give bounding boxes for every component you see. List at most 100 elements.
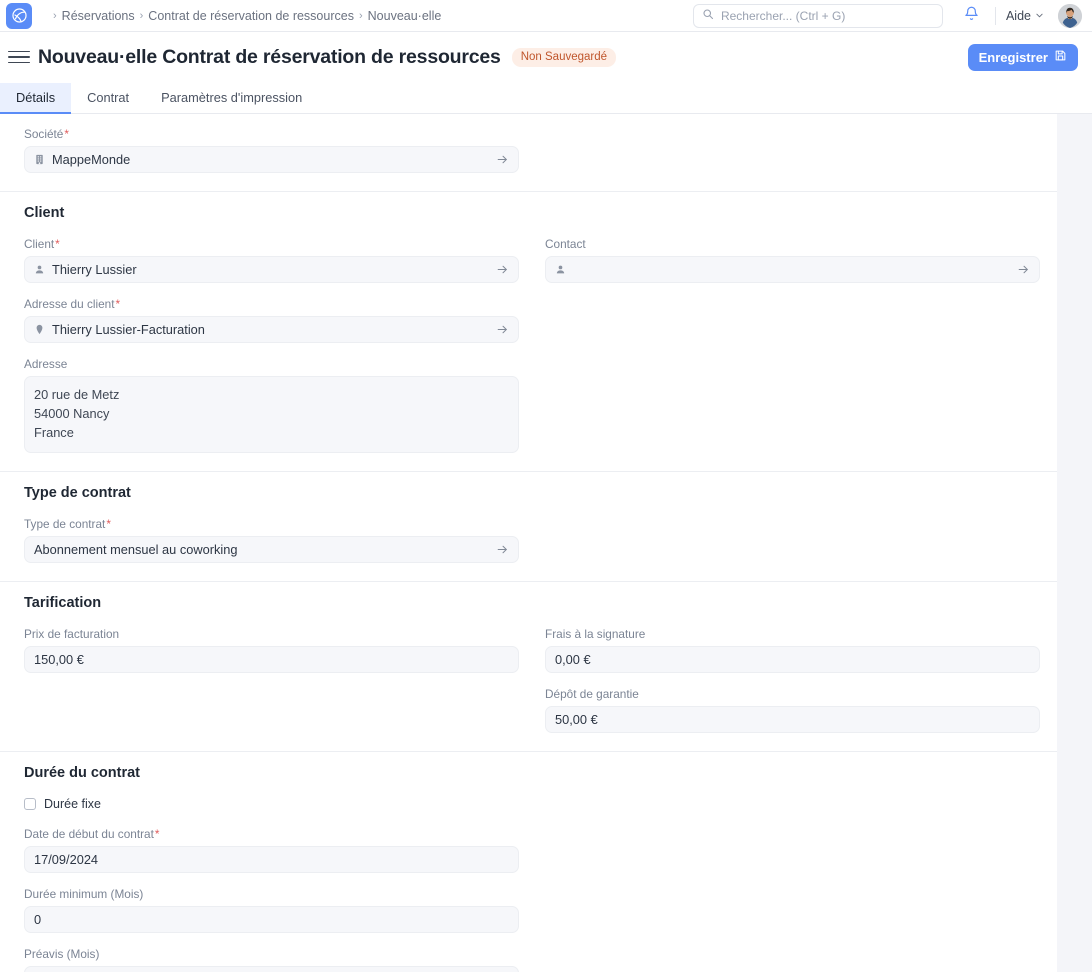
help-label: Aide (1006, 9, 1031, 23)
app-logo-icon[interactable] (6, 3, 32, 29)
arrow-right-icon[interactable] (496, 263, 509, 276)
avatar[interactable] (1058, 4, 1082, 28)
required-marker: * (116, 297, 121, 311)
security-deposit-value: 50,00 € (555, 712, 1030, 727)
field-client-label: Client* (24, 237, 519, 251)
field-signature-fee-label: Frais à la signature (545, 627, 1040, 641)
breadcrumb-separator: › (53, 10, 57, 22)
field-min-duration: Durée minimum (Mois) 0 (24, 887, 519, 933)
signature-fee-value: 0,00 € (555, 652, 1030, 667)
company-value: MappeMonde (52, 152, 489, 167)
billing-price-input[interactable]: 150,00 € (24, 646, 519, 673)
search-icon (702, 7, 714, 25)
help-menu[interactable]: Aide (1004, 9, 1046, 23)
save-disk-icon (1054, 49, 1067, 65)
field-address-display: Adresse 20 rue de Metz 54000 Nancy Franc… (24, 357, 519, 453)
fixed-term-checkbox-row[interactable]: Durée fixe (24, 797, 519, 811)
field-contract-type: Type de contrat* Abonnement mensuel au c… (24, 517, 519, 563)
field-start-date-label: Date de début du contrat* (24, 827, 519, 841)
tab-contrat[interactable]: Contrat (71, 83, 145, 114)
required-marker: * (64, 127, 69, 141)
field-contact-label: Contact (545, 237, 1040, 251)
notifications-button[interactable] (957, 3, 987, 29)
start-date-input[interactable]: 17/09/2024 (24, 846, 519, 873)
contract-type-input[interactable]: Abonnement mensuel au coworking (24, 536, 519, 563)
address-line-1: 20 rue de Metz (34, 385, 509, 404)
field-company-label-text: Société (24, 127, 63, 141)
client-address-input[interactable]: Thierry Lussier-Facturation (24, 316, 519, 343)
company-input[interactable]: MappeMonde (24, 146, 519, 173)
min-duration-input[interactable]: 0 (24, 906, 519, 933)
chevron-down-icon (1035, 9, 1044, 23)
client-value: Thierry Lussier (52, 262, 489, 277)
notice-period-input[interactable]: 0 (24, 966, 519, 972)
section-pricing: Tarification Prix de facturation 150,00 … (0, 582, 1057, 752)
breadcrumb: › Réservations › Contrat de réservation … (48, 9, 441, 23)
page-header: Nouveau·elle Contrat de réservation de r… (0, 32, 1092, 82)
contact-input[interactable] (545, 256, 1040, 283)
field-notice-period: Préavis (Mois) 0 (24, 947, 519, 972)
contract-type-value: Abonnement mensuel au coworking (34, 542, 489, 557)
section-duration-title: Durée du contrat (24, 765, 1033, 781)
status-badge: Non Sauvegardé (512, 48, 616, 67)
breadcrumb-separator: › (140, 10, 144, 22)
save-button-label: Enregistrer (979, 50, 1048, 65)
start-date-value: 17/09/2024 (34, 852, 509, 867)
field-billing-price: Prix de facturation 150,00 € (24, 627, 519, 673)
user-icon (555, 264, 566, 275)
arrow-right-icon[interactable] (496, 153, 509, 166)
field-contract-type-label: Type de contrat* (24, 517, 519, 531)
tab-details[interactable]: Détails (0, 83, 71, 114)
section-client: Client Client* Thierry Lussier (0, 192, 1057, 472)
field-notice-period-label: Préavis (Mois) (24, 947, 519, 961)
client-input[interactable]: Thierry Lussier (24, 256, 519, 283)
field-address-display-label: Adresse (24, 357, 519, 371)
field-client-label-text: Client (24, 237, 54, 251)
address-readonly-box: 20 rue de Metz 54000 Nancy France (24, 376, 519, 453)
field-client-address-label-text: Adresse du client (24, 297, 115, 311)
tab-print-settings[interactable]: Paramètres d'impression (145, 83, 318, 114)
top-navbar: › Réservations › Contrat de réservation … (0, 0, 1092, 32)
arrow-right-icon[interactable] (496, 323, 509, 336)
form-content: Société* (0, 114, 1057, 972)
field-start-date-label-text: Date de début du contrat (24, 827, 154, 841)
required-marker: * (55, 237, 60, 251)
min-duration-value: 0 (34, 912, 509, 927)
search-input[interactable] (721, 9, 934, 23)
billing-price-value: 150,00 € (34, 652, 509, 667)
arrow-right-icon[interactable] (496, 543, 509, 556)
tab-bar: Détails Contrat Paramètres d'impression (0, 82, 1092, 114)
field-contract-type-label-text: Type de contrat (24, 517, 105, 531)
breadcrumb-item-reservations[interactable]: Réservations (62, 9, 135, 23)
breadcrumb-item-current: Nouveau·elle (368, 9, 442, 23)
fixed-term-label: Durée fixe (44, 797, 101, 811)
global-search[interactable] (693, 4, 943, 28)
section-contract-type-title: Type de contrat (24, 485, 1033, 501)
navbar-divider (995, 7, 996, 25)
save-button[interactable]: Enregistrer (968, 44, 1078, 71)
field-signature-fee: Frais à la signature 0,00 € (545, 627, 1040, 673)
breadcrumb-item-contract-list[interactable]: Contrat de réservation de ressources (148, 9, 354, 23)
fixed-term-checkbox[interactable] (24, 798, 36, 810)
field-billing-price-label: Prix de facturation (24, 627, 519, 641)
field-start-date: Date de début du contrat* 17/09/2024 (24, 827, 519, 873)
security-deposit-input[interactable]: 50,00 € (545, 706, 1040, 733)
field-client: Client* Thierry Lussier (24, 237, 519, 283)
field-security-deposit-label: Dépôt de garantie (545, 687, 1040, 701)
required-marker: * (106, 517, 111, 531)
field-min-duration-label: Durée minimum (Mois) (24, 887, 519, 901)
section-company: Société* (0, 114, 1057, 192)
bell-icon (964, 6, 979, 26)
field-security-deposit: Dépôt de garantie 50,00 € (545, 687, 1040, 733)
signature-fee-input[interactable]: 0,00 € (545, 646, 1040, 673)
breadcrumb-separator: › (359, 10, 363, 22)
hamburger-icon[interactable] (8, 46, 30, 68)
map-pin-icon (34, 324, 45, 335)
section-contract-type: Type de contrat Type de contrat* Abonnem… (0, 472, 1057, 582)
client-address-value: Thierry Lussier-Facturation (52, 322, 489, 337)
address-line-3: France (34, 423, 509, 442)
navbar-actions: Aide (693, 3, 1082, 29)
field-client-address-label: Adresse du client* (24, 297, 519, 311)
page-title: Nouveau·elle Contrat de réservation de r… (38, 46, 501, 69)
arrow-right-icon[interactable] (1017, 263, 1030, 276)
